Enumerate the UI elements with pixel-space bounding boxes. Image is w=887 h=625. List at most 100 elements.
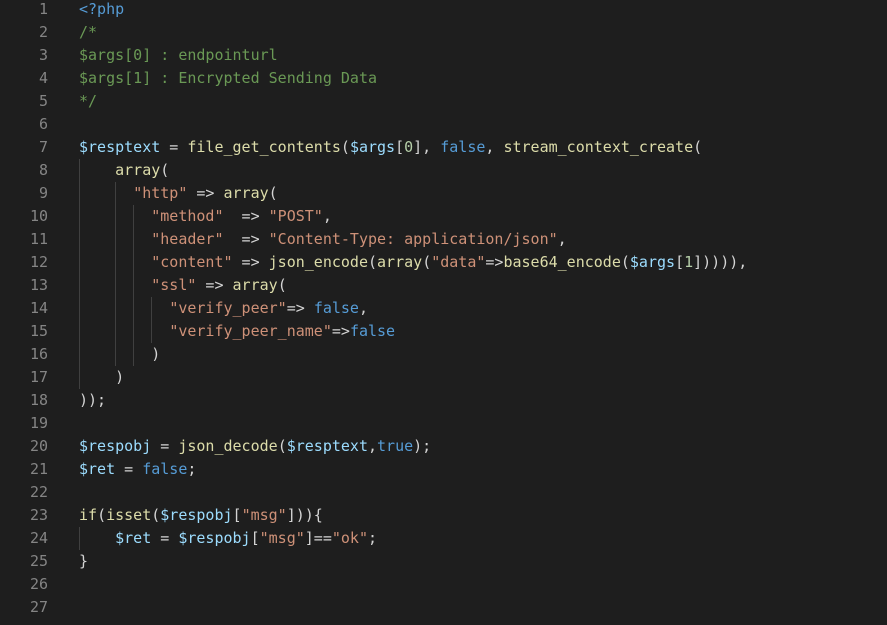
code-token: false bbox=[349, 322, 396, 340]
code-line[interactable]: 14 "verify_peer"=> false, bbox=[0, 297, 887, 320]
code-token: false bbox=[142, 460, 188, 478]
line-number: 10 bbox=[29, 207, 48, 225]
code-token: => bbox=[232, 253, 269, 271]
code-line[interactable]: 3 $args[0] : endpointurl bbox=[0, 44, 887, 67]
code-token: [ bbox=[232, 506, 242, 524]
code-line[interactable]: 8 array( bbox=[0, 159, 887, 182]
code-line[interactable]: 6 bbox=[0, 113, 887, 136]
code-line[interactable]: 20 $respobj = json_decode($resptext,true)… bbox=[0, 435, 887, 458]
code-token: $resptext bbox=[286, 437, 368, 455]
line-content: "content" => json_encode(array("data"=>b… bbox=[79, 251, 747, 274]
line-content: if(isset($respobj["msg"])){ bbox=[79, 504, 323, 527]
line-content: $respobj = json_decode($resptext,true); bbox=[79, 435, 431, 458]
code-token: base64_encode bbox=[503, 253, 621, 271]
code-token: "msg" bbox=[241, 506, 287, 524]
code-token: "msg" bbox=[259, 529, 305, 547]
code-line[interactable]: 26 bbox=[0, 573, 887, 596]
line-number: 7 bbox=[38, 138, 48, 156]
code-token: , bbox=[358, 299, 368, 317]
code-token: ( bbox=[422, 253, 432, 271]
code-token: [ bbox=[395, 138, 405, 156]
code-token: $respobj bbox=[79, 437, 152, 455]
code-token: "data" bbox=[431, 253, 486, 271]
line-content: "verify_peer"=> false, bbox=[79, 297, 368, 320]
code-line[interactable]: 22 bbox=[0, 481, 887, 504]
code-line[interactable]: 12 "content" => json_encode(array("data"… bbox=[0, 251, 887, 274]
code-token: "http" bbox=[133, 184, 188, 202]
code-token: ( bbox=[97, 506, 107, 524]
line-content: "http" => array( bbox=[79, 182, 278, 205]
code-token: ( bbox=[620, 253, 630, 271]
code-line[interactable]: 16 ) bbox=[0, 343, 887, 366]
line-number: 24 bbox=[29, 529, 48, 547]
line-number: 22 bbox=[29, 483, 48, 501]
code-line[interactable]: 15 "verify_peer_name"=>false bbox=[0, 320, 887, 343]
code-line[interactable]: 1 <?php bbox=[0, 0, 887, 21]
code-token: "POST" bbox=[268, 207, 323, 225]
code-token: "ok" bbox=[331, 529, 368, 547]
code-line[interactable]: 2 /* bbox=[0, 21, 887, 44]
line-content: ) bbox=[79, 366, 124, 389]
code-token: ) bbox=[79, 345, 161, 363]
code-token: $ret bbox=[115, 529, 152, 547]
code-line[interactable]: 23 if(isset($respobj["msg"])){ bbox=[0, 504, 887, 527]
line-content: array( bbox=[79, 159, 169, 182]
line-number: 2 bbox=[38, 23, 48, 41]
code-token: ( bbox=[160, 161, 170, 179]
code-line[interactable]: 17 ) bbox=[0, 366, 887, 389]
code-line[interactable]: 27 bbox=[0, 596, 887, 619]
code-line[interactable]: 25} bbox=[0, 550, 887, 573]
code-token: json_encode bbox=[268, 253, 368, 271]
line-content: "header" => "Content-Type: application/j… bbox=[79, 228, 566, 251]
code-token: $args bbox=[349, 138, 396, 156]
line-content: $resptext = file_get_contents($args[0], … bbox=[79, 136, 702, 159]
code-line[interactable]: 5 */ bbox=[0, 90, 887, 113]
code-token: )); bbox=[79, 391, 107, 409]
code-line[interactable]: 24 $ret = $respobj["msg"]=="ok"; bbox=[0, 527, 887, 550]
line-number: 15 bbox=[29, 322, 48, 340]
code-line[interactable]: 9 "http" => array( bbox=[0, 182, 887, 205]
line-number: 26 bbox=[29, 575, 48, 593]
line-number: 4 bbox=[38, 69, 48, 87]
line-content: "method" => "POST", bbox=[79, 205, 332, 228]
code-token: if bbox=[79, 506, 98, 524]
code-token: , bbox=[322, 207, 332, 225]
code-token: 0 bbox=[404, 138, 414, 156]
line-number: 14 bbox=[29, 299, 48, 317]
code-token: ])))), bbox=[693, 253, 748, 271]
line-content: $args[0] : endpointurl bbox=[79, 44, 278, 67]
code-token: ( bbox=[268, 184, 278, 202]
code-token: => bbox=[187, 184, 224, 202]
line-number: 9 bbox=[38, 184, 48, 202]
line-content: ) bbox=[79, 343, 160, 366]
line-number: 1 bbox=[38, 0, 48, 18]
code-line[interactable]: 7 $resptext = file_get_contents($args[0],… bbox=[0, 136, 887, 159]
code-token: => bbox=[196, 276, 233, 294]
code-line[interactable]: 4 $args[1] : Encrypted Sending Data bbox=[0, 67, 887, 90]
line-content: $ret = false; bbox=[79, 458, 196, 481]
code-line[interactable]: 11 "header" => "Content-Type: applicatio… bbox=[0, 228, 887, 251]
code-token: $respobj bbox=[160, 506, 233, 524]
code-line[interactable]: 21 $ret = false; bbox=[0, 458, 887, 481]
code-line[interactable]: 18)); bbox=[0, 389, 887, 412]
code-token: = bbox=[115, 460, 143, 478]
code-token: = bbox=[160, 138, 188, 156]
code-token: json_decode bbox=[178, 437, 278, 455]
line-content: <?php bbox=[79, 0, 124, 21]
code-token: array bbox=[232, 276, 278, 294]
code-token: true bbox=[377, 437, 414, 455]
code-line[interactable]: 10 "method" => "POST", bbox=[0, 205, 887, 228]
code-token: => bbox=[485, 253, 504, 271]
line-content: } bbox=[79, 550, 88, 573]
code-token: $resptext bbox=[79, 138, 161, 156]
code-token: ) bbox=[79, 368, 125, 386]
code-token: $args bbox=[629, 253, 676, 271]
code-editor[interactable]: 1 <?php 2/* 3 $args[0] : endpointurl 4 $args[1… bbox=[0, 0, 887, 625]
line-number: 6 bbox=[38, 115, 48, 133]
code-line[interactable]: 13 "ssl" => array( bbox=[0, 274, 887, 297]
code-token: => bbox=[286, 299, 314, 317]
code-line[interactable]: 19 bbox=[0, 412, 887, 435]
